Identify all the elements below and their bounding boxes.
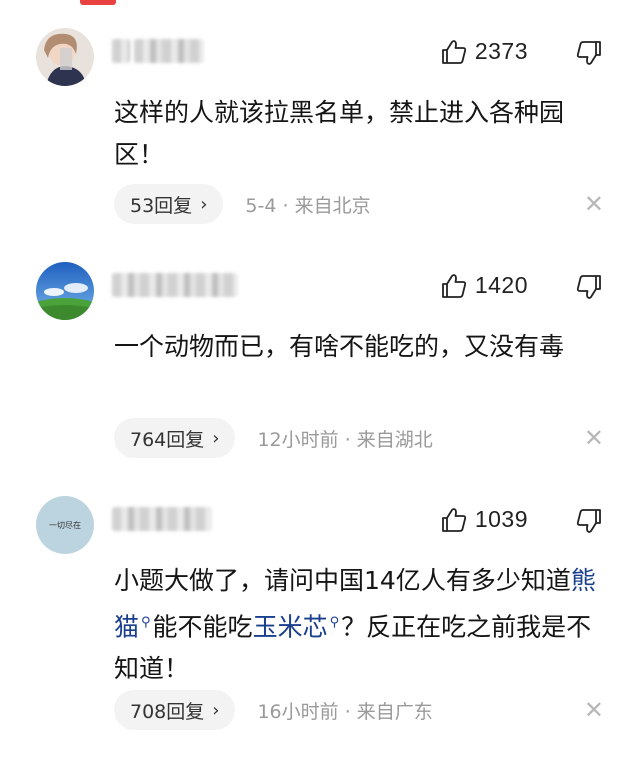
chevron-right-icon: ›: [212, 699, 220, 721]
reply-count-label: 764回复: [130, 428, 205, 451]
search-icon[interactable]: ⚲: [141, 615, 151, 630]
close-icon[interactable]: ✕: [584, 698, 604, 722]
close-icon[interactable]: ✕: [584, 426, 604, 450]
comment-text: 这样的人就该拉黑名单，禁止进入各种园区！: [114, 98, 565, 169]
chevron-right-icon: ›: [200, 193, 208, 215]
comment-text: 一个动物而已，有啥不能吃的，又没有毒: [114, 332, 565, 361]
blurred-username: [112, 39, 130, 63]
username-blurred[interactable]: [112, 36, 222, 66]
thumbs-down-icon[interactable]: [576, 274, 602, 300]
like-button[interactable]: 2373: [441, 38, 528, 65]
reply-count-button[interactable]: 53回复 ›: [114, 184, 224, 224]
avatar[interactable]: [36, 28, 94, 86]
comment-text: 小题大做了，请问中国14亿人有多少知道熊猫 ⚲能不能吃玉米芯 ⚲？反正在吃之前我是不…: [114, 566, 596, 684]
reply-count-label: 53回复: [130, 194, 193, 217]
username-blurred[interactable]: [112, 504, 222, 534]
blurred-username: [112, 507, 212, 531]
reply-count-button[interactable]: 764回复 ›: [114, 418, 236, 458]
thumbs-down-icon[interactable]: [576, 40, 602, 66]
blurred-username: [112, 273, 238, 297]
keyword-link-corncob[interactable]: 玉米芯: [253, 612, 328, 641]
avatar-text: 一切尽在: [49, 520, 81, 530]
comment-meta: 764回复 › 12小时前 · 来自湖北 ✕: [114, 418, 604, 458]
chevron-right-icon: ›: [212, 427, 220, 449]
thumbs-up-icon: [441, 39, 466, 64]
like-count: 1039: [474, 506, 528, 532]
comment-timestamp: 12小时前 · 来自湖北: [257, 428, 433, 451]
comment-timestamp: 5-4 · 来自北京: [245, 194, 371, 217]
reply-count-label: 708回复: [130, 700, 205, 723]
comment-timestamp: 16小时前 · 来自广东: [257, 700, 433, 723]
search-icon[interactable]: ⚲: [330, 615, 340, 630]
like-count: 2373: [474, 38, 528, 64]
like-button[interactable]: 1420: [441, 272, 528, 299]
thumbs-up-icon: [441, 273, 466, 298]
comment-meta: 53回复 › 5-4 · 来自北京 ✕: [114, 184, 604, 224]
like-count: 1420: [474, 272, 528, 298]
close-icon[interactable]: ✕: [584, 192, 604, 216]
username-blurred[interactable]: [112, 270, 242, 300]
comment-item: 1420 一个动物而已，有啥不能吃的，又没有毒 764回复 › 12小时前 · …: [0, 240, 640, 480]
avatar[interactable]: 一切尽在: [36, 496, 94, 554]
thumbs-down-icon[interactable]: [576, 508, 602, 534]
comment-item: 一切尽在 1039 小题大做了，请问中国14亿人有多少知道熊猫 ⚲能不能吃玉米芯 ⚲…: [0, 480, 640, 760]
avatar-photo-icon: [36, 28, 94, 86]
blurred-username: [134, 39, 204, 63]
landscape-avatar-icon: [36, 262, 94, 320]
like-button[interactable]: 1039: [441, 506, 528, 533]
comment-meta: 708回复 › 16小时前 · 来自广东 ✕: [114, 690, 604, 730]
avatar[interactable]: [36, 262, 94, 320]
comment-item: 2373 这样的人就该拉黑名单，禁止进入各种园区！ 53回复 › 5-4 · 来…: [0, 0, 640, 240]
thumbs-up-icon: [441, 507, 466, 532]
reply-count-button[interactable]: 708回复 ›: [114, 690, 236, 730]
